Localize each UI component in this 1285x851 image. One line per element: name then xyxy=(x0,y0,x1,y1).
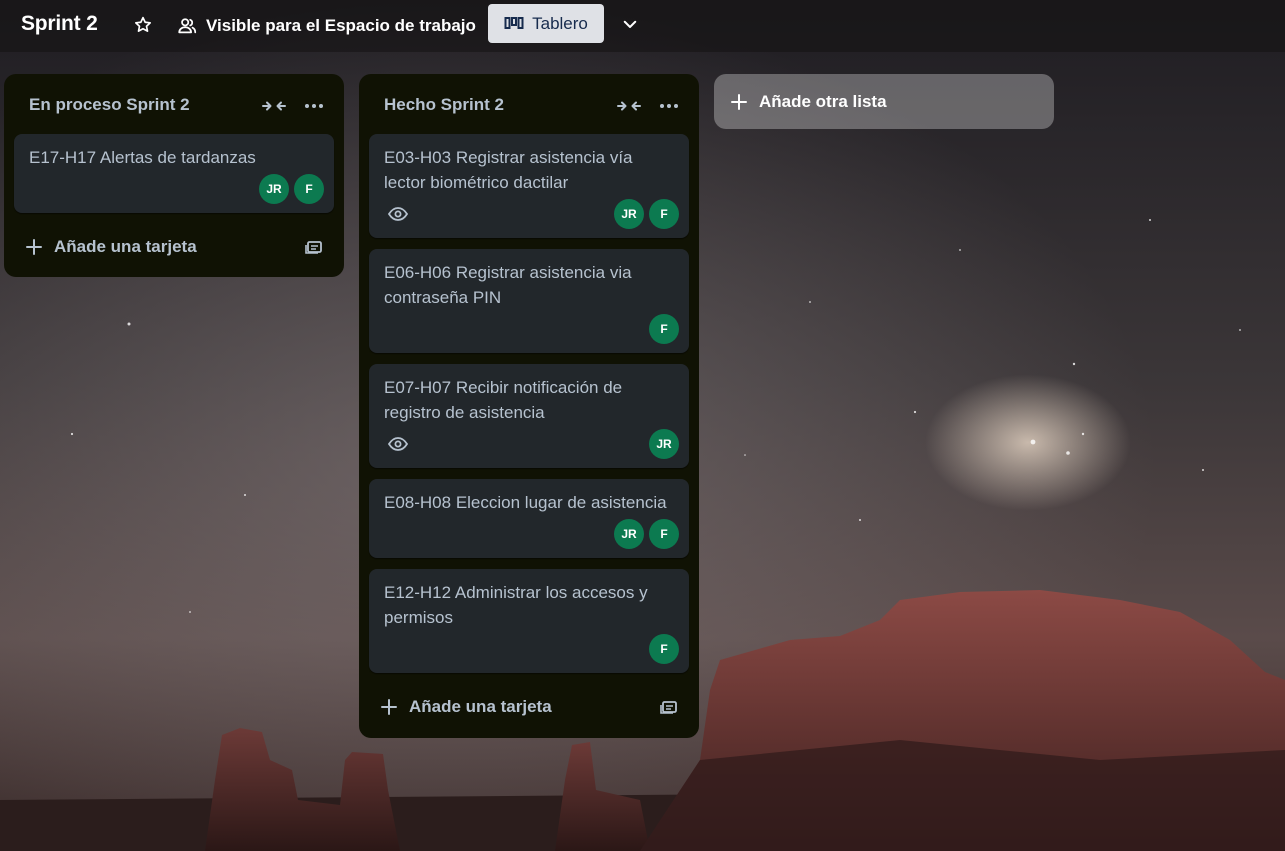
card[interactable]: E07-H07 Recibir notificación de registro… xyxy=(369,364,689,468)
card[interactable]: E17-H17 Alertas de tardanzas JR F xyxy=(14,134,334,213)
collapse-icon xyxy=(262,101,286,111)
add-list-button[interactable]: Añade otra lista xyxy=(714,74,1054,129)
member-avatar[interactable]: F xyxy=(649,519,679,549)
list-menu-button[interactable] xyxy=(302,94,326,118)
add-card-button[interactable]: Añade una tarjeta xyxy=(369,690,552,724)
more-icon xyxy=(660,104,678,108)
view-label: Tablero xyxy=(532,13,588,33)
add-card-label: Añade una tarjeta xyxy=(54,237,197,256)
template-icon xyxy=(660,701,677,714)
add-list-label: Añade otra lista xyxy=(759,91,887,111)
member-avatar[interactable]: F xyxy=(649,199,679,229)
visibility-button[interactable]: Visible para el Espacio de trabajo xyxy=(176,12,476,40)
list-en-proceso: En proceso Sprint 2 E17-H17 Alertas de t… xyxy=(4,74,344,277)
eye-icon xyxy=(387,433,409,455)
people-icon xyxy=(178,18,197,34)
list-hecho: Hecho Sprint 2 E03-H03 Registrar asisten… xyxy=(359,74,699,738)
template-icon xyxy=(305,241,322,254)
add-card-button[interactable]: Añade una tarjeta xyxy=(14,230,197,264)
collapse-list-button[interactable] xyxy=(262,94,286,118)
card-title: E03-H03 Registrar asistencia vía lector … xyxy=(384,148,633,192)
plus-icon xyxy=(731,93,747,110)
list-title[interactable]: Hecho Sprint 2 xyxy=(384,95,504,115)
board-view-button[interactable]: Tablero xyxy=(488,4,604,43)
plus-icon xyxy=(26,239,42,255)
board-title[interactable]: Sprint 2 xyxy=(21,12,98,36)
card[interactable]: E03-H03 Registrar asistencia vía lector … xyxy=(369,134,689,238)
list-menu-button[interactable] xyxy=(657,94,681,118)
list-title[interactable]: En proceso Sprint 2 xyxy=(29,95,190,115)
card-title: E12-H12 Administrar los accesos y permis… xyxy=(384,583,648,627)
list-header: Hecho Sprint 2 xyxy=(359,74,699,134)
member-avatar[interactable]: F xyxy=(649,314,679,344)
member-avatar[interactable]: JR xyxy=(259,174,289,204)
collapse-icon xyxy=(617,101,641,111)
board-icon xyxy=(504,16,524,29)
create-from-template-button[interactable] xyxy=(657,695,681,719)
member-avatar[interactable]: JR xyxy=(614,519,644,549)
member-avatar[interactable]: JR xyxy=(649,429,679,459)
view-menu-button[interactable] xyxy=(614,8,646,40)
collapse-list-button[interactable] xyxy=(617,94,641,118)
card[interactable]: E08-H08 Eleccion lugar de asistencia JR … xyxy=(369,479,689,558)
card-title: E07-H07 Recibir notificación de registro… xyxy=(384,378,623,422)
star-icon xyxy=(135,16,151,32)
star-button[interactable] xyxy=(130,12,156,38)
card-title: E17-H17 Alertas de tardanzas xyxy=(29,148,256,167)
plus-icon xyxy=(381,699,397,715)
card[interactable]: E12-H12 Administrar los accesos y permis… xyxy=(369,569,689,673)
eye-icon xyxy=(387,203,409,225)
more-icon xyxy=(305,104,323,108)
card-title: E06-H06 Registrar asistencia via contras… xyxy=(384,263,632,307)
add-card-label: Añade una tarjeta xyxy=(409,697,552,716)
member-avatar[interactable]: JR xyxy=(614,199,644,229)
card[interactable]: E06-H06 Registrar asistencia via contras… xyxy=(369,249,689,353)
member-avatar[interactable]: F xyxy=(649,634,679,664)
member-avatar[interactable]: F xyxy=(294,174,324,204)
chevron-down-icon xyxy=(623,20,637,28)
create-from-template-button[interactable] xyxy=(302,235,326,259)
visibility-label: Visible para el Espacio de trabajo xyxy=(206,16,476,35)
board-header: Sprint 2 Visible para el Espacio de trab… xyxy=(0,0,1285,52)
card-title: E08-H08 Eleccion lugar de asistencia xyxy=(384,493,667,512)
list-header: En proceso Sprint 2 xyxy=(4,74,344,134)
